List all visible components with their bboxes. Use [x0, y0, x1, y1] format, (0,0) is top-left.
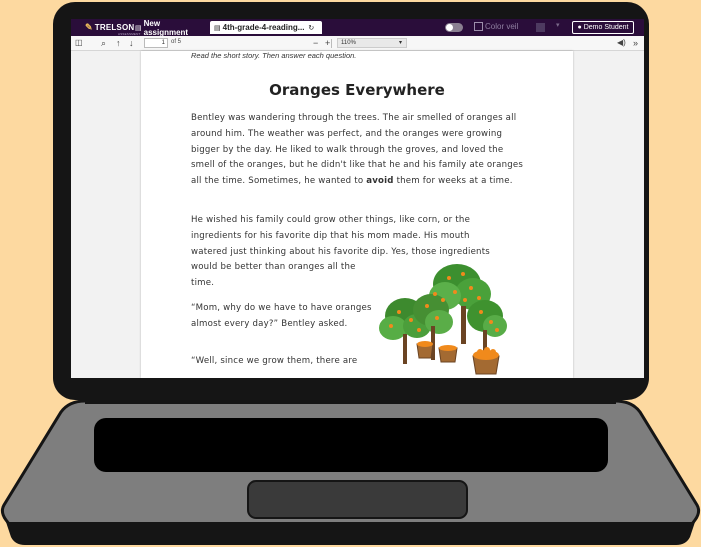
color-veil-label: Color veil — [485, 22, 519, 31]
instruction-text: Read the short story. Then answer each q… — [191, 51, 357, 60]
color-swatch-button[interactable] — [536, 23, 545, 32]
sidebar-toggle-icon[interactable]: ◫ — [75, 37, 83, 49]
user-name: Demo Student — [583, 24, 629, 31]
doc-icon: ▤ — [135, 24, 142, 32]
pdf-toolbar: ◫ ⌕ ↑ ↓ 1 of 5 − + 110% ▾ ◀) » — [71, 36, 644, 51]
tab-reading-pdf-label: 4th-grade-4-reading... — [222, 23, 305, 32]
orange-trees-illustration — [379, 264, 507, 375]
pencil-logo-icon: ✎ — [85, 22, 93, 32]
brand-logo: ✎ TRELSON ASSESSMENT — [85, 21, 140, 36]
pdf-page: Read the short story. Then answer each q… — [141, 51, 573, 378]
file-icon: ▤ — [214, 24, 221, 32]
reload-icon[interactable]: ↻ — [308, 24, 314, 32]
toggle-knob — [446, 24, 453, 31]
page-count: of 5 — [171, 39, 182, 45]
app-top-bar: ✎ TRELSON ASSESSMENT ▤ New assignment ▤ … — [71, 19, 644, 37]
brand-name: TRELSON — [94, 23, 135, 32]
user-menu-button[interactable]: ● Demo Student — [572, 21, 634, 34]
double-chevron-right-icon[interactable]: » — [633, 37, 638, 49]
paragraph-1-end: them for weeks at a time. — [393, 176, 513, 187]
color-veil-toggle[interactable] — [445, 23, 463, 32]
minus-icon[interactable]: − — [313, 37, 318, 49]
chevron-down-icon: ▾ — [398, 40, 402, 46]
page-number-input[interactable]: 1 — [144, 38, 168, 48]
zoom-select[interactable]: 110% ▾ — [337, 38, 407, 48]
zoom-value: 110% — [341, 40, 356, 46]
tab-new-assignment[interactable]: ▤ New assignment — [131, 19, 210, 37]
bold-word: avoid — [366, 176, 394, 187]
paragraph-3: “Mom, why do we have to have oranges alm… — [191, 303, 372, 329]
user-circle-icon: ● — [577, 24, 582, 31]
paragraph-4: “Well, since we grow them, there are — [191, 356, 358, 366]
color-veil-checkbox[interactable] — [474, 22, 483, 31]
tab-reading-pdf[interactable]: ▤ 4th-grade-4-reading... ↻ — [210, 21, 322, 34]
story-title: Oranges Everywhere — [269, 81, 445, 99]
arrow-down-icon[interactable]: ↓ — [129, 37, 134, 49]
arrow-up-icon[interactable]: ↑ — [116, 37, 121, 49]
plus-icon[interactable]: + — [325, 37, 330, 49]
speaker-icon[interactable]: ◀) — [617, 37, 626, 49]
chevron-down-icon[interactable]: ▾ — [556, 21, 560, 29]
paragraph-1: Bentley was wandering through the trees.… — [191, 111, 527, 190]
search-icon[interactable]: ⌕ — [101, 37, 106, 49]
tab-new-assignment-label: New assignment — [143, 19, 189, 37]
zoom-divider — [331, 39, 332, 48]
screen: ✎ TRELSON ASSESSMENT ▤ New assignment ▤ … — [71, 19, 644, 378]
